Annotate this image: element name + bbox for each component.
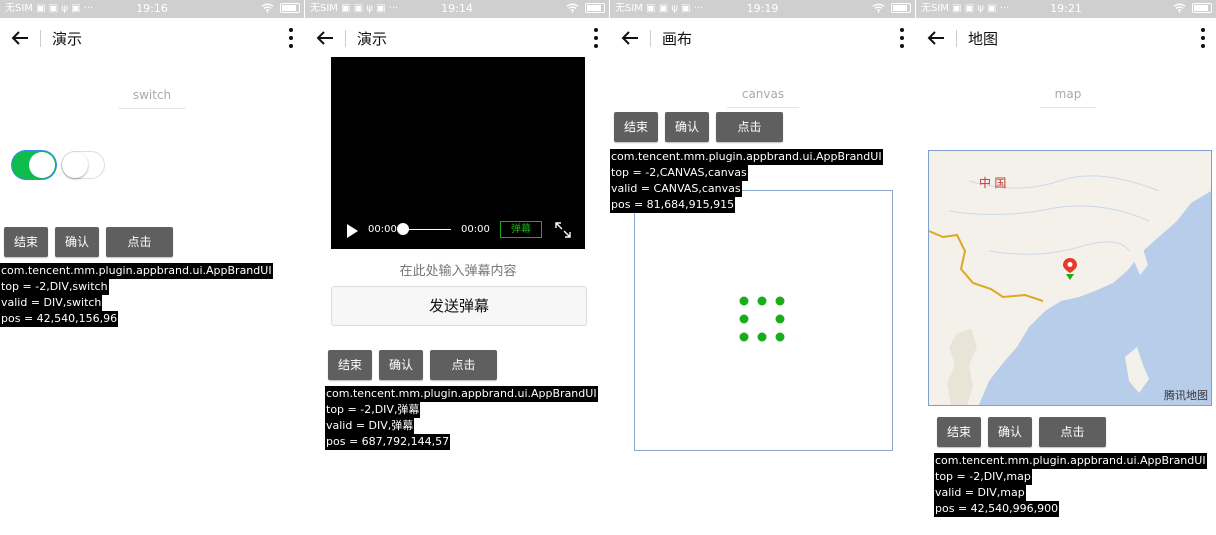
clock: 19:21 <box>1050 2 1082 15</box>
more-vertical-icon[interactable] <box>288 27 294 49</box>
info-valid: valid = DIV,switch <box>0 295 103 311</box>
status-icons <box>261 0 300 18</box>
battery-icon <box>1192 3 1212 13</box>
info-top: top = -2,DIV,switch <box>0 279 109 295</box>
info-top: top = -2,DIV,弹幕 <box>325 402 421 418</box>
back-arrow-icon[interactable] <box>924 26 948 50</box>
debug-info: com.tencent.mm.plugin.appbrand.ui.AppBra… <box>0 263 273 327</box>
page-title: 画布 <box>662 30 693 48</box>
end-button[interactable]: 结束 <box>937 417 981 447</box>
screen-switch-demo: 无SIM ▣ ▣ ψ ▣ ··· 19:16 演示 switch 结束 确认 点… <box>0 0 304 535</box>
clock: 19:19 <box>746 2 779 15</box>
nav-bar: 演示 <box>305 18 609 58</box>
wifi-icon <box>261 3 274 13</box>
end-button[interactable]: 结束 <box>4 227 48 257</box>
video-controls: 00:00 00:00 弹幕 <box>331 211 585 249</box>
component-label: canvas <box>727 87 799 108</box>
component-label: map <box>1040 87 1096 108</box>
info-class-name: com.tencent.mm.plugin.appbrand.ui.AppBra… <box>934 453 1207 469</box>
nav-bar: 演示 <box>0 18 304 58</box>
debug-info: com.tencent.mm.plugin.appbrand.ui.AppBra… <box>325 386 598 450</box>
nav-bar: 地图 <box>916 18 1216 58</box>
battery-icon <box>585 3 605 13</box>
map-country-label: 中 国 <box>979 175 1006 190</box>
click-button[interactable]: 点击 <box>1039 417 1106 447</box>
click-button[interactable]: 点击 <box>716 112 783 142</box>
more-vertical-icon[interactable] <box>899 27 905 49</box>
progress-knob[interactable] <box>397 223 409 235</box>
status-icons <box>566 0 605 18</box>
fullscreen-icon[interactable] <box>554 221 572 239</box>
status-bar: 无SIM ▣ ▣ ψ ▣ ··· 19:16 <box>0 0 304 18</box>
info-pos: pos = 42,540,996,900 <box>934 501 1060 517</box>
nav-divider <box>956 30 957 47</box>
click-button[interactable]: 点击 <box>106 227 173 257</box>
info-class-name: com.tencent.mm.plugin.appbrand.ui.AppBra… <box>0 263 273 279</box>
nav-divider <box>40 30 41 47</box>
current-time: 00:00 <box>368 224 397 235</box>
component-label: switch <box>118 88 186 109</box>
status-bar: 无SIM ▣ ▣ ψ ▣ ··· 19:14 <box>305 0 609 18</box>
info-class-name: com.tencent.mm.plugin.appbrand.ui.AppBra… <box>610 149 883 165</box>
wifi-icon <box>566 3 579 13</box>
info-valid: valid = DIV,map <box>934 485 1026 501</box>
play-icon[interactable] <box>347 224 358 238</box>
switch-on[interactable] <box>12 151 56 179</box>
screen-video-demo: 无SIM ▣ ▣ ψ ▣ ··· 19:14 演示 00:00 00:00 弹幕… <box>305 0 609 535</box>
progress-track[interactable] <box>403 229 451 230</box>
screen-canvas-demo: 无SIM ▣ ▣ ψ ▣ ··· 19:19 画布 canvas 结束 确认 点… <box>610 0 915 535</box>
battery-icon <box>280 3 300 13</box>
confirm-button[interactable]: 确认 <box>379 350 423 380</box>
info-pos: pos = 687,792,144,57 <box>325 434 451 450</box>
send-danmu-button[interactable]: 发送弹幕 <box>331 286 587 326</box>
wifi-icon <box>1173 3 1186 13</box>
danmu-toggle-button[interactable]: 弹幕 <box>500 221 542 238</box>
confirm-button[interactable]: 确认 <box>988 417 1032 447</box>
map-view[interactable]: 中 国 腾讯地图 <box>928 150 1212 406</box>
video-player[interactable]: 00:00 00:00 弹幕 <box>331 57 585 249</box>
danmu-input[interactable]: 在此处输入弹幕内容 <box>331 260 585 279</box>
map-copyright: 腾讯地图 <box>1164 389 1208 402</box>
clock: 19:16 <box>136 2 168 15</box>
end-button[interactable]: 结束 <box>328 350 372 380</box>
info-valid: valid = CANVAS,canvas <box>610 181 742 197</box>
page-title: 演示 <box>52 30 83 48</box>
confirm-button[interactable]: 确认 <box>665 112 709 142</box>
debug-info: com.tencent.mm.plugin.appbrand.ui.AppBra… <box>610 149 883 213</box>
page-title: 地图 <box>968 30 999 48</box>
canvas-element[interactable] <box>634 190 893 451</box>
end-button[interactable]: 结束 <box>614 112 658 142</box>
back-arrow-icon[interactable] <box>618 26 642 50</box>
info-class-name: com.tencent.mm.plugin.appbrand.ui.AppBra… <box>325 386 598 402</box>
status-bar: 无SIM ▣ ▣ ψ ▣ ··· 19:19 <box>610 0 915 18</box>
battery-icon <box>891 3 911 13</box>
info-valid: valid = DIV,弹幕 <box>325 418 415 434</box>
nav-divider <box>650 30 651 47</box>
more-vertical-icon[interactable] <box>593 27 599 49</box>
wifi-icon <box>872 3 885 13</box>
back-arrow-icon[interactable] <box>313 26 337 50</box>
info-top: top = -2,DIV,map <box>934 469 1032 485</box>
map-marker-icon[interactable] <box>1062 257 1078 281</box>
status-bar: 无SIM ▣ ▣ ψ ▣ ··· 19:21 <box>916 0 1216 18</box>
info-top: top = -2,CANVAS,canvas <box>610 165 748 181</box>
debug-info: com.tencent.mm.plugin.appbrand.ui.AppBra… <box>934 453 1207 517</box>
nav-bar: 画布 <box>610 18 915 58</box>
page-title: 演示 <box>357 30 388 48</box>
info-pos: pos = 81,684,915,915 <box>610 197 736 213</box>
more-vertical-icon[interactable] <box>1200 27 1206 49</box>
click-button[interactable]: 点击 <box>430 350 497 380</box>
screen-map-demo: 无SIM ▣ ▣ ψ ▣ ··· 19:21 地图 map 中 国 腾讯地图 结… <box>916 0 1216 535</box>
info-pos: pos = 42,540,156,96 <box>0 311 119 327</box>
status-icons <box>872 0 911 18</box>
clock: 19:14 <box>441 2 473 15</box>
back-arrow-icon[interactable] <box>8 26 32 50</box>
loading-dots-icon <box>739 296 785 342</box>
nav-divider <box>345 30 346 47</box>
duration: 00:00 <box>461 224 490 235</box>
switch-off[interactable] <box>61 151 105 179</box>
confirm-button[interactable]: 确认 <box>55 227 99 257</box>
status-icons <box>1173 0 1212 18</box>
